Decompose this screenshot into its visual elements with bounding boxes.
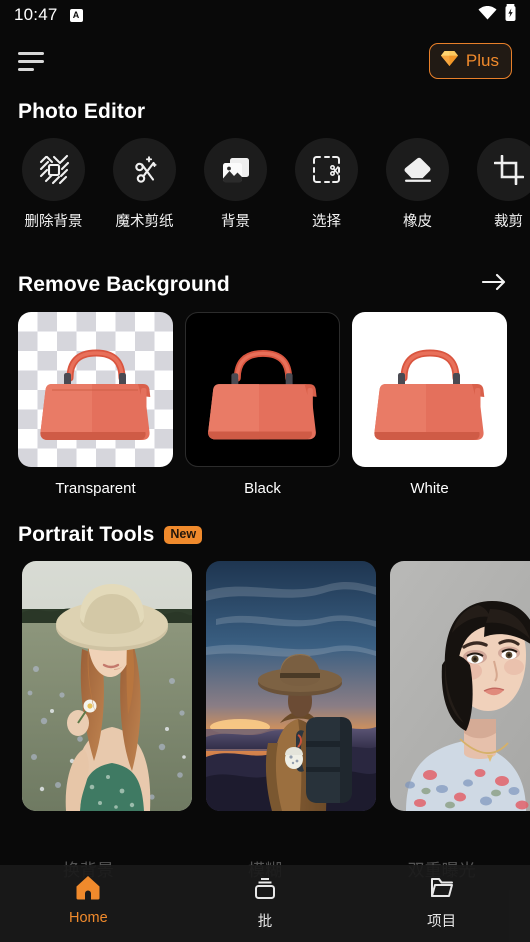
tool-select[interactable]: 选择 <box>295 138 358 231</box>
portrait-card-hiker-with-backpack-at-sunset[interactable] <box>206 561 376 811</box>
tool-eraser[interactable]: 橡皮 <box>386 138 449 231</box>
hamburger-line <box>18 59 44 63</box>
portrait-tools-header: Portrait Tools New <box>0 523 530 547</box>
bottom-navigation-bar: Home 批 项目 <box>0 865 530 942</box>
photo-editor-title: Photo Editor <box>18 100 146 123</box>
plus-upgrade-button[interactable]: Plus <box>428 43 512 79</box>
bg-card-black[interactable]: Black <box>185 312 340 497</box>
wifi-icon <box>478 5 497 25</box>
nav-item-label: Home <box>68 910 108 926</box>
nav-item-batch[interactable]: 批 <box>177 874 354 931</box>
bg-card-transparent[interactable]: Transparent <box>18 312 173 497</box>
batch-icon <box>251 874 279 905</box>
remove-background-header: Remove Background <box>0 267 530 302</box>
tool-remove-background[interactable]: 删除背景 <box>22 138 85 231</box>
plus-button-label: Plus <box>465 51 499 70</box>
portrait-card-woman-portrait-short-dark-hair[interactable] <box>390 561 530 811</box>
tool-label: 删除背景 <box>24 214 83 230</box>
select-marquee-icon <box>295 138 358 201</box>
home-icon <box>74 874 102 905</box>
hiker-with-backpack-at-sunset-image <box>206 561 376 811</box>
tool-background[interactable]: 背景 <box>204 138 267 231</box>
app-screen: 10:47 A Plus Photo Editor 删除背景 魔术剪纸 背景 选… <box>0 0 530 942</box>
photo-editor-tools-row[interactable]: 删除背景 魔术剪纸 背景 选择 橡皮 裁剪 <box>0 124 530 231</box>
tool-label: 魔术剪纸 <box>115 214 174 230</box>
nav-item-label: 项目 <box>427 914 457 930</box>
hamburger-menu-icon[interactable] <box>18 49 52 73</box>
nav-item-home[interactable]: Home <box>0 874 177 926</box>
arrow-right-icon[interactable] <box>476 267 512 302</box>
bg-thumb-transparent <box>18 312 173 467</box>
hamburger-line <box>18 51 44 55</box>
remove-background-cards[interactable]: Transparent Black White <box>0 302 530 497</box>
gem-diamond-icon <box>440 50 459 72</box>
nav-item-projects[interactable]: 项目 <box>353 874 530 931</box>
remove-background-title: Remove Background <box>18 272 230 296</box>
bg-card-white[interactable]: White <box>352 312 507 497</box>
battery-charging-icon <box>505 4 516 26</box>
background-image-icon <box>204 138 267 201</box>
hamburger-line <box>18 67 34 71</box>
new-badge: New <box>164 526 203 544</box>
top-bar: Plus <box>0 30 530 92</box>
portrait-card-woman-in-flower-field[interactable] <box>22 561 192 811</box>
tool-label: 背景 <box>221 214 250 230</box>
portrait-tools-cards[interactable] <box>0 547 530 811</box>
status-bar-app-badge-icon: A <box>69 8 83 22</box>
bg-thumb-white <box>352 312 507 467</box>
portrait-tools-title: Portrait Tools <box>18 523 155 546</box>
status-bar: 10:47 A <box>0 0 530 30</box>
folder-projects-icon <box>428 874 456 905</box>
bg-card-label: White <box>410 480 449 497</box>
tool-label: 橡皮 <box>403 214 432 230</box>
bg-thumb-black <box>185 312 340 467</box>
bg-card-label: Transparent <box>55 480 136 497</box>
handbag-image <box>374 349 485 440</box>
handbag-image <box>208 350 317 440</box>
tool-label: 裁剪 <box>494 214 523 230</box>
magic-cutout-scissors-icon <box>113 138 176 201</box>
status-bar-time: 10:47 <box>14 5 58 24</box>
remove-background-icon <box>22 138 85 201</box>
crop-icon <box>477 138 530 201</box>
woman-in-flower-field-image <box>22 561 192 811</box>
eraser-icon <box>386 138 449 201</box>
tool-label: 选择 <box>312 214 341 230</box>
status-bar-icons <box>478 4 516 26</box>
woman-portrait-short-dark-hair-image <box>390 561 530 811</box>
tool-magic-cutout[interactable]: 魔术剪纸 <box>113 138 176 231</box>
handbag-image <box>40 349 151 440</box>
bg-card-label: Black <box>244 480 281 497</box>
tool-crop[interactable]: 裁剪 <box>477 138 530 231</box>
photo-editor-header: Photo Editor <box>0 100 530 124</box>
nav-item-label: 批 <box>257 914 273 930</box>
